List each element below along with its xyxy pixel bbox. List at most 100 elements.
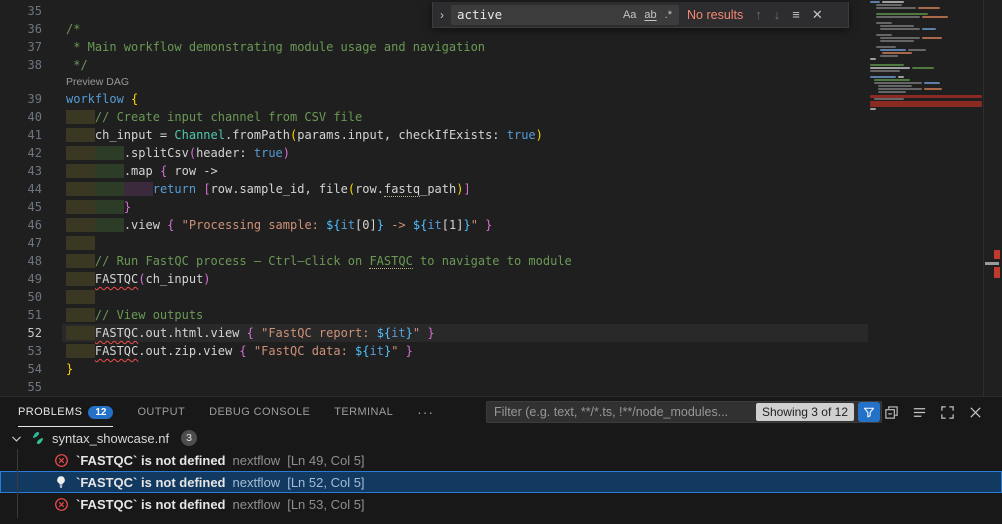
error-icon [53,452,69,468]
match-case-toggle[interactable]: Aa [620,8,639,22]
toggle-replace-chevron-icon[interactable]: › [433,8,451,22]
code-editor[interactable]: 3536/*37 * Main workflow demonstrating m… [0,0,1002,396]
find-query-text[interactable]: active [457,7,618,22]
minimap[interactable] [868,0,984,396]
minimap-code-line [880,25,914,27]
code-line[interactable]: 46 .view { "Processing sample: ${it[0]} … [0,216,868,234]
error-icon [53,496,69,512]
find-in-selection-toggle[interactable]: ≡ [792,7,800,22]
minimap-code-line [924,82,940,84]
minimap-code-line [882,52,912,54]
problems-file-name: syntax_showcase.nf [52,431,169,446]
minimap-code-line [876,16,920,18]
code-line[interactable]: 37 * Main workflow demonstrating module … [0,38,868,56]
minimap-code-line [876,4,902,6]
code-text: } [42,360,73,378]
code-line[interactable]: 55 [0,378,868,396]
code-region[interactable]: 3536/*37 * Main workflow demonstrating m… [0,0,868,396]
code-line[interactable]: 51 // View outputs [0,306,868,324]
lightbulb-icon [53,474,69,490]
code-line[interactable]: 43 .map { row -> [0,162,868,180]
code-line[interactable]: 39workflow { [0,90,868,108]
code-line[interactable]: 44 return [row.sample_id, file(row.fastq… [0,180,868,198]
minimap-code-line [922,28,936,30]
code-text [42,234,95,252]
panel-tabs: PROBLEMS12 OUTPUT DEBUG CONSOLE TERMINAL ··· [0,397,458,427]
problem-row[interactable]: `FASTQC` is not definednextflow[Ln 53, C… [0,493,1002,515]
line-number: 53 [0,342,42,360]
line-number: 48 [0,252,42,270]
close-panel-button[interactable] [966,403,984,421]
line-number: 46 [0,216,42,234]
problem-location: [Ln 53, Col 5] [287,497,364,512]
line-number: 43 [0,162,42,180]
code-text: /* [42,20,80,38]
filter-placeholder: Filter (e.g. text, **/*.ts, !**/node_mod… [494,405,756,419]
minimap-code-line [870,64,904,66]
minimap-code-line [874,79,910,81]
minimap-code-line [918,7,940,9]
overview-marker [994,250,1000,259]
panel-tab-debug-console[interactable]: DEBUG CONSOLE [209,397,310,427]
code-line[interactable]: 48 // Run FastQC process – Ctrl–click on… [0,252,868,270]
minimap-code-line [912,67,934,69]
minimap-code-line [880,49,906,51]
problem-row[interactable]: `FASTQC` is not definednextflow[Ln 52, C… [0,471,1002,493]
code-line[interactable]: 38 */ [0,56,868,74]
code-text: .view { "Processing sample: ${it[0]} -> … [42,216,492,234]
minimap-code-line [882,1,904,3]
collapse-all-button[interactable] [882,403,900,421]
minimap-code-line [876,34,892,36]
problem-row[interactable]: `FASTQC` is not definednextflow[Ln 49, C… [0,449,1002,471]
code-line[interactable]: 49 FASTQC(ch_input) [0,270,868,288]
minimap-code-line [880,37,920,39]
find-close-button[interactable]: ✕ [812,7,823,23]
find-previous-button[interactable]: ↑ [755,7,762,22]
panel-tab-terminal[interactable]: TERMINAL [334,397,393,427]
code-line[interactable]: 54} [0,360,868,378]
panel-tab-problems[interactable]: PROBLEMS12 [18,397,113,427]
line-number: 36 [0,20,42,38]
code-line[interactable]: 40 // Create input channel from CSV file [0,108,868,126]
find-input[interactable]: active Aa ab .* [451,5,679,25]
problems-group-header[interactable]: syntax_showcase.nf 3 [0,427,1002,449]
maximize-panel-button[interactable] [938,403,956,421]
filter-funnel-button[interactable] [858,402,880,422]
code-text: return [row.sample_id, file(row.fastq_pa… [42,180,471,198]
code-line[interactable]: 50 [0,288,868,306]
whole-word-toggle[interactable]: ab [641,8,659,22]
minimap-code-line [924,88,942,90]
problems-tab-badge: 12 [88,406,113,419]
funnel-icon [863,406,875,418]
overview-marker [985,262,999,265]
showing-count-badge: Showing 3 of 12 [756,403,854,421]
minimap-code-line [878,85,912,87]
code-text: workflow { [42,90,138,108]
find-next-button[interactable]: ↓ [774,7,781,22]
overview-ruler[interactable] [983,0,1002,396]
code-line[interactable]: 42 .splitCsv(header: true) [0,144,868,162]
code-line[interactable]: 47 [0,234,868,252]
minimap-code-line [870,76,896,78]
code-text: .splitCsv(header: true) [42,144,290,162]
problems-tree[interactable]: syntax_showcase.nf 3 `FASTQC` is not def… [0,427,1002,524]
code-text: .map { row -> [42,162,218,180]
line-number: 55 [0,378,42,396]
code-line[interactable]: 53 FASTQC.out.zip.view { "FastQC data: $… [0,342,868,360]
codelens-preview-dag[interactable]: Preview DAG [66,74,868,90]
view-as-table-button[interactable] [910,403,928,421]
minimap-error-line [870,104,982,107]
chevron-down-icon[interactable] [8,430,24,446]
regex-toggle[interactable]: .* [662,8,675,22]
problem-source: nextflow [233,497,281,512]
line-number: 37 [0,38,42,56]
code-line[interactable]: 52 FASTQC.out.html.view { "FastQC report… [0,324,868,342]
panel-tab-overflow[interactable]: ··· [417,397,434,427]
code-line[interactable]: 41 ch_input = Channel.fromPath(params.in… [0,126,868,144]
code-text: FASTQC.out.zip.view { "FastQC data: ${it… [42,342,413,360]
minimap-code-line [870,1,880,3]
problems-filter-input[interactable]: Filter (e.g. text, **/*.ts, !**/node_mod… [486,401,882,423]
panel-tab-output[interactable]: OUTPUT [137,397,185,427]
code-line[interactable]: 45 } [0,198,868,216]
code-text: FASTQC(ch_input) [42,270,211,288]
